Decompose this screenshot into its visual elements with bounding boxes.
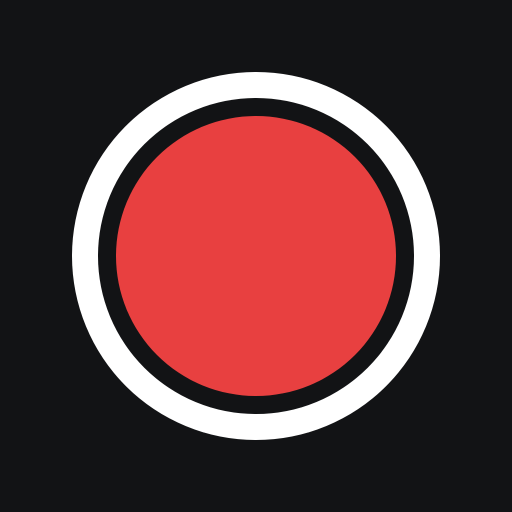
record-icon	[116, 116, 396, 396]
app-icon	[0, 0, 512, 512]
record-button[interactable]	[72, 72, 440, 440]
